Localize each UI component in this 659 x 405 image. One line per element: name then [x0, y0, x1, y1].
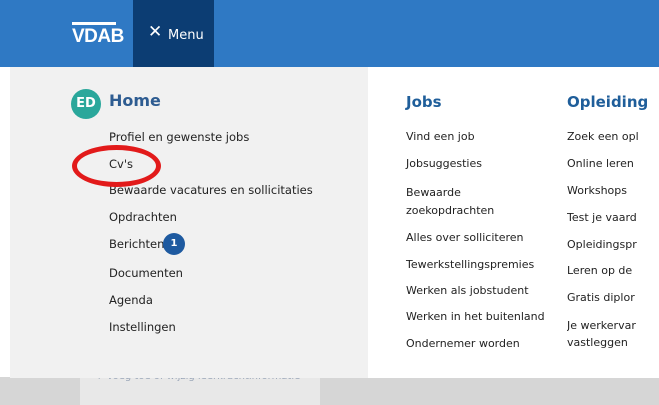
menu-label: Menu — [168, 28, 204, 43]
nav-item-bewaarde-vacatures[interactable]: Bewaarde vacatures en sollicitaties — [109, 183, 313, 197]
nav-item-werkervaring-vastleggen[interactable]: Je werkervar vastleggen — [567, 317, 659, 351]
messages-count-badge: 1 — [163, 233, 185, 255]
home-menu-panel — [10, 67, 368, 378]
nav-item-agenda[interactable]: Agenda — [109, 293, 153, 307]
nav-item-tewerkstellingspremies[interactable]: Tewerkstellingspremies — [406, 258, 534, 271]
nav-item-vind-een-job[interactable]: Vind een job — [406, 130, 475, 143]
nav-item-jobstudent[interactable]: Werken als jobstudent — [406, 284, 529, 297]
nav-item-label-line: Bewaarde — [406, 186, 461, 199]
nav-item-workshops[interactable]: Workshops — [567, 184, 659, 197]
nav-item-opdrachten[interactable]: Opdrachten — [109, 210, 177, 224]
nav-item-label-line: vastleggen — [567, 336, 628, 349]
nav-item-zoek-opleiding[interactable]: Zoek een opl — [567, 130, 659, 143]
nav-item-leren-op-de-werkvloer[interactable]: Leren op de — [567, 264, 659, 277]
nav-item-online-leren[interactable]: Online leren — [567, 157, 659, 170]
nav-item-opleidingspremies[interactable]: Opleidingspr — [567, 238, 659, 251]
nav-item-jobsuggesties[interactable]: Jobsuggesties — [406, 157, 482, 170]
home-heading[interactable]: Home — [109, 91, 161, 110]
top-navigation-bar: VDAB ✕ Menu — [0, 0, 659, 67]
nav-item-berichten[interactable]: Berichten — [109, 237, 164, 251]
nav-item-gratis-diploma[interactable]: Gratis diplor — [567, 291, 659, 304]
nav-item-instellingen[interactable]: Instellingen — [109, 320, 176, 334]
menu-button[interactable]: ✕ Menu — [133, 0, 214, 67]
close-icon: ✕ — [148, 22, 163, 42]
nav-item-label-line: Je werkervar — [567, 319, 636, 332]
nav-item-buitenland[interactable]: Werken in het buitenland — [406, 310, 545, 323]
nav-item-label-line: zoekopdrachten — [406, 204, 495, 217]
nav-item-bewaarde-zoekopdrachten[interactable]: Bewaarde zoekopdrachten — [406, 184, 494, 220]
nav-item-test-vaardigheden[interactable]: Test je vaard — [567, 211, 659, 224]
jobs-heading[interactable]: Jobs — [406, 93, 442, 111]
logo-accent-line — [72, 22, 116, 25]
nav-item-ondernemer-worden[interactable]: Ondernemer worden — [406, 337, 520, 350]
nav-item-alles-over-solliciteren[interactable]: Alles over solliciteren — [406, 231, 524, 244]
nav-item-profiel[interactable]: Profiel en gewenste jobs — [109, 130, 249, 144]
user-avatar[interactable]: ED — [71, 89, 101, 119]
vdab-logo[interactable]: VDAB — [72, 26, 124, 48]
highlight-circle-annotation — [72, 145, 161, 187]
opleidingen-heading[interactable]: Opleiding — [567, 93, 659, 111]
nav-item-documenten[interactable]: Documenten — [109, 266, 183, 280]
